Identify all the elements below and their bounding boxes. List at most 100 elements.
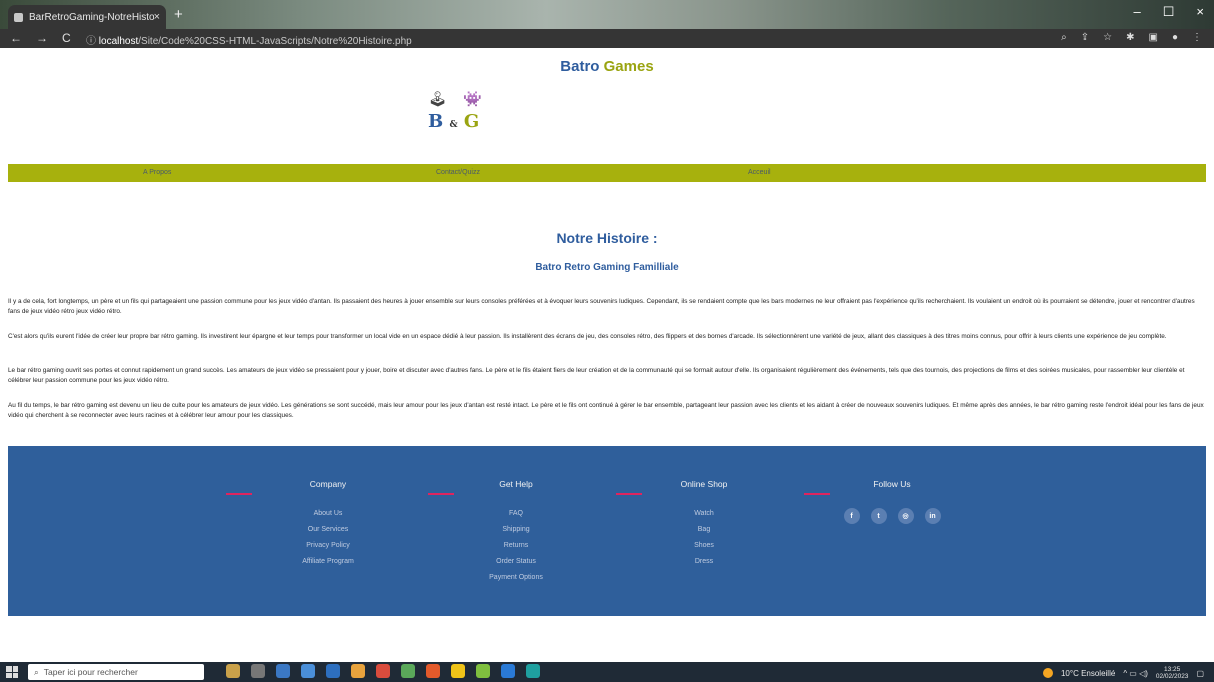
logo-amp: & [449, 120, 458, 130]
search-highlight-icon[interactable] [226, 664, 240, 678]
window-controls: – ☐ × [1134, 4, 1204, 20]
footer-company: Company About Us Our Services Privacy Po… [226, 479, 418, 570]
site-brand: Batro Games [0, 58, 1214, 75]
footer-shop: Online Shop Watch Bag Shoes Dress [614, 479, 794, 570]
navigation-buttons: ← → C [10, 31, 71, 45]
clock-date: 02/02/2023 [1155, 673, 1189, 680]
footer-link[interactable]: Dress [614, 554, 794, 570]
footer-link[interactable]: FAQ [426, 506, 606, 522]
site-info-icon[interactable]: ⓘ [86, 36, 96, 47]
footer-heading: Get Help [499, 479, 533, 489]
footer-link[interactable]: Bag [614, 522, 794, 538]
taskbar-search[interactable]: ⌕ Taper ici pour rechercher [28, 664, 204, 680]
back-button[interactable]: ← [10, 31, 22, 45]
close-window-button[interactable]: × [1196, 4, 1204, 20]
story-paragraph: Au fil du temps, le bar rétro gaming est… [8, 402, 1204, 419]
share-icon[interactable]: ⇪ [1081, 32, 1089, 43]
footer-link[interactable]: Privacy Policy [238, 538, 418, 554]
story-paragraph: Le bar rétro gaming ouvrit ses portes et… [8, 367, 1185, 384]
menu-icon[interactable]: ⋮ [1192, 32, 1202, 43]
social-links: f t ◎ in [802, 508, 982, 524]
extensions-icon[interactable]: ✱ [1126, 32, 1134, 43]
address-bar: ← → C ⓘ localhost/Site/Code%20CSS-HTML-J… [0, 29, 1214, 48]
footer-follow: Follow Us f t ◎ in [802, 479, 982, 524]
main-nav: A Propos Contact/Quizz Acceuil [8, 164, 1206, 182]
app-icon[interactable] [376, 664, 390, 678]
nav-a-propos[interactable]: A Propos [143, 169, 171, 176]
logo-b: B [428, 111, 444, 132]
story-paragraph: Il y a de cela, fort longtemps, un père … [8, 298, 1195, 315]
logo-text: B & G [428, 111, 498, 132]
app-icon[interactable] [401, 664, 415, 678]
notifications-icon[interactable]: ▢ [1196, 669, 1204, 678]
instagram-icon[interactable]: ◎ [897, 508, 914, 524]
url-host: localhost [98, 36, 139, 47]
firefox-icon[interactable] [351, 664, 365, 678]
footer-link[interactable]: Shipping [426, 522, 606, 538]
nav-contact-quizz[interactable]: Contact/Quizz [436, 169, 480, 176]
maximize-button[interactable]: ☐ [1163, 4, 1175, 20]
joystick-icon: 🕹 👾 [428, 91, 488, 108]
os-taskbar: ⌕ Taper ici pour rechercher 10°C Ensolei… [0, 662, 1214, 682]
weather-text[interactable]: 10°C Ensoleillé [1061, 669, 1115, 678]
brand-name: Batro [560, 58, 604, 75]
vscode-icon[interactable] [501, 664, 515, 678]
edge-icon[interactable] [526, 664, 540, 678]
footer-link[interactable]: Affiliate Program [238, 554, 418, 570]
forward-button[interactable]: → [36, 31, 48, 45]
task-view-icon[interactable] [251, 664, 265, 678]
url-path: /Site/Code%20CSS-HTML-JavaScripts/Notre%… [138, 36, 412, 47]
search-icon: ⌕ [34, 666, 39, 677]
brand-name-accent: Games [603, 58, 654, 75]
site-footer: Company About Us Our Services Privacy Po… [8, 446, 1206, 616]
minimize-button[interactable]: – [1134, 4, 1141, 20]
footer-help: Get Help FAQ Shipping Returns Order Stat… [426, 479, 606, 586]
browser-tab-bar: BarRetroGaming-NotreHistoire × + – ☐ × [0, 0, 1214, 29]
new-tab-button[interactable]: + [174, 6, 183, 23]
app-icon[interactable] [276, 664, 290, 678]
footer-link[interactable]: Our Services [238, 522, 418, 538]
chrome-icon[interactable] [426, 664, 440, 678]
footer-heading: Company [309, 479, 347, 489]
system-tray: 10°C Ensoleillé ^ ▭ ◁) 13:25 02/02/2023 … [1042, 666, 1204, 680]
reload-button[interactable]: C [62, 31, 71, 45]
url-field[interactable]: ⓘ localhost/Site/Code%20CSS-HTML-JavaScr… [86, 32, 412, 47]
address-bar-icons: ⌕ ⇪ ☆ ✱ ▣ ● ⋮ [1061, 32, 1202, 43]
tray-icons[interactable]: ^ ▭ ◁) [1123, 669, 1148, 678]
tab-close-icon[interactable]: × [154, 11, 160, 23]
clock-time: 13:25 [1164, 666, 1181, 673]
mail-icon[interactable] [326, 664, 340, 678]
page-title: Notre Histoire : [556, 230, 658, 246]
footer-link[interactable]: Shoes [614, 538, 794, 554]
footer-underline [226, 493, 252, 495]
windows-start-icon[interactable] [6, 666, 18, 678]
logo-g: G [463, 111, 480, 132]
store-icon[interactable] [301, 664, 315, 678]
footer-link[interactable]: About Us [238, 506, 418, 522]
web-page: Batro Games 🕹 👾 B & G A Propos Contact/Q… [0, 48, 1214, 662]
footer-underline [616, 493, 642, 495]
twitter-icon[interactable]: t [870, 508, 887, 524]
app-icon[interactable] [476, 664, 490, 678]
footer-link[interactable]: Returns [426, 538, 606, 554]
taskbar-search-placeholder: Taper ici pour rechercher [43, 667, 138, 677]
bookmark-star-icon[interactable]: ☆ [1103, 32, 1112, 43]
linkedin-icon[interactable]: in [924, 508, 941, 524]
footer-heading: Online Shop [680, 479, 728, 489]
nav-acceuil[interactable]: Acceuil [748, 169, 771, 176]
sidebar-icon[interactable]: ▣ [1149, 32, 1158, 43]
app-icon[interactable] [451, 664, 465, 678]
browser-tab[interactable]: BarRetroGaming-NotreHistoire × [8, 5, 166, 29]
footer-link[interactable]: Payment Options [426, 570, 606, 586]
footer-underline [428, 493, 454, 495]
footer-link[interactable]: Order Status [426, 554, 606, 570]
profile-icon[interactable]: ● [1172, 32, 1178, 43]
taskbar-apps [226, 664, 540, 678]
story-paragraph: C'est alors qu'ils eurent l'idée de crée… [8, 333, 1167, 340]
page-subtitle: Batro Retro Gaming Familliale [535, 262, 679, 273]
facebook-icon[interactable]: f [843, 508, 860, 524]
zoom-icon[interactable]: ⌕ [1061, 32, 1067, 43]
clock[interactable]: 13:25 02/02/2023 [1156, 666, 1189, 680]
footer-link[interactable]: Watch [614, 506, 794, 522]
favicon-icon [14, 12, 23, 22]
